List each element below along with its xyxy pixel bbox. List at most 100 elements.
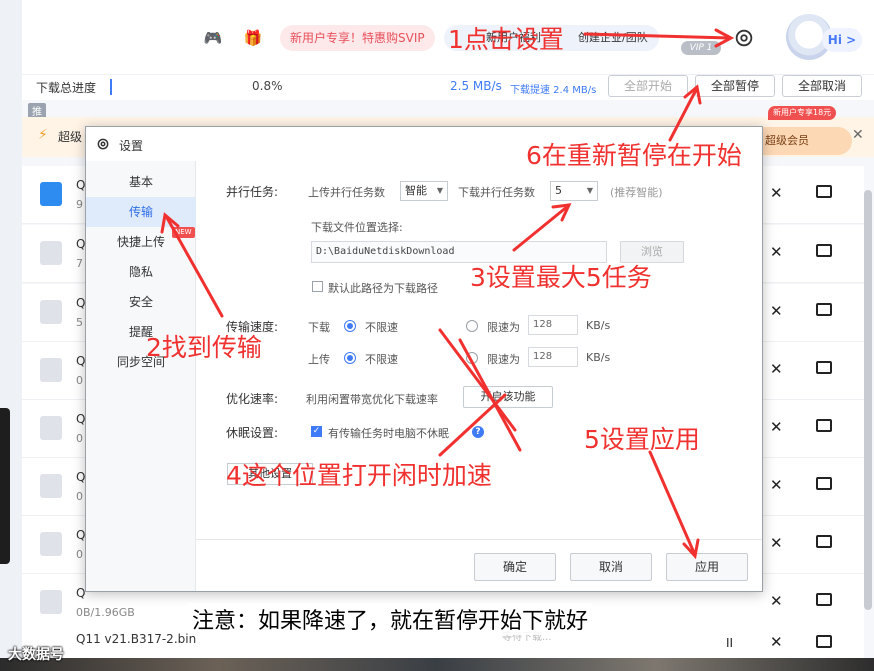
folder-icon[interactable] bbox=[816, 303, 832, 316]
gear-icon bbox=[97, 138, 109, 150]
file-size: 0B/1.96GB bbox=[76, 606, 135, 619]
open-feature-button[interactable]: 开启该功能 bbox=[463, 386, 553, 408]
folder-icon[interactable] bbox=[816, 593, 832, 606]
file-icon bbox=[40, 182, 62, 206]
left-sidebar-strip bbox=[0, 0, 22, 671]
pause-icon[interactable]: II bbox=[726, 636, 733, 650]
file-icon bbox=[40, 300, 62, 324]
banner-text: 超级 bbox=[58, 130, 83, 144]
default-path-label: 默认此路径为下载路径 bbox=[328, 282, 438, 295]
folder-icon[interactable] bbox=[816, 535, 832, 548]
dialog-footer-divider bbox=[196, 539, 762, 540]
upload-unlimited-radio[interactable] bbox=[344, 352, 356, 364]
gift-icon[interactable]: 🎁 bbox=[242, 27, 264, 49]
download-limit-input[interactable]: 128 bbox=[528, 315, 578, 335]
file-size: 7 bbox=[76, 257, 83, 270]
annotation-step6: 6在重新暂停在开始 bbox=[526, 141, 742, 170]
nav-item-privacy[interactable]: 隐私 bbox=[86, 257, 196, 287]
file-icon bbox=[40, 358, 62, 382]
close-icon[interactable]: ✕ bbox=[770, 184, 783, 202]
close-icon[interactable]: ✕ bbox=[770, 302, 783, 320]
sleep-label: 休眠设置: bbox=[226, 426, 279, 440]
top-bar: 🎮 🎁 新用户专享！特惠购SVIP 新用户福利 创建企业/团队 VIP 1 Hi… bbox=[0, 0, 874, 74]
download-progress-row: 下载总进度 0.8% 2.5 MB/s 下载提速 2.4 MB/s 全部开始 全… bbox=[22, 74, 874, 100]
file-size: 5 bbox=[76, 316, 83, 329]
gear-icon[interactable] bbox=[733, 27, 755, 49]
download-parallel-select[interactable]: 5 ▼ bbox=[550, 181, 598, 201]
upload-parallel-value: 智能 bbox=[405, 184, 427, 197]
hi-button[interactable]: Hi > bbox=[822, 28, 862, 52]
file-size: 9 bbox=[76, 198, 83, 211]
annotation-note: 注意：如果降速了，就在暂停开始下就好 bbox=[188, 603, 593, 635]
download-parallel-label: 下载并行任务数 bbox=[458, 186, 535, 199]
svip-promo-button[interactable]: 新用户专享！特惠购SVIP bbox=[280, 25, 435, 51]
download-speed: 2.5 MB/s bbox=[450, 79, 502, 93]
folder-icon[interactable] bbox=[816, 361, 832, 374]
file-icon bbox=[40, 416, 62, 440]
background-strip bbox=[0, 658, 874, 671]
close-icon[interactable]: ✕ bbox=[770, 243, 783, 261]
ok-button[interactable]: 确定 bbox=[474, 553, 556, 581]
file-icon bbox=[40, 532, 62, 556]
chevron-down-icon: ▼ bbox=[436, 186, 443, 195]
vip-badge: VIP 1 bbox=[681, 41, 721, 55]
nav-item-basic[interactable]: 基本 bbox=[86, 167, 196, 197]
apply-button[interactable]: 应用 bbox=[666, 553, 748, 581]
upload-parallel-select[interactable]: 智能 ▼ bbox=[400, 181, 448, 201]
file-size: 0 bbox=[76, 548, 83, 561]
pause-all-button[interactable]: 全部暂停 bbox=[695, 75, 775, 97]
new-user-badge: 新用户专享18元 bbox=[768, 106, 837, 120]
sleep-text: 有传输任务时电脑不休眠 bbox=[328, 427, 449, 440]
upload-unit: KB/s bbox=[586, 351, 611, 364]
optimize-text: 利用闲置带宽优化下载速率 bbox=[306, 393, 438, 406]
close-icon[interactable]: ✕ bbox=[770, 360, 783, 378]
upload-unlimited-label: 不限速 bbox=[365, 353, 398, 366]
close-icon[interactable]: ✕ bbox=[770, 633, 783, 651]
file-size: 0 bbox=[76, 490, 83, 503]
help-icon[interactable]: ? bbox=[472, 426, 484, 438]
folder-icon[interactable] bbox=[816, 635, 832, 648]
upload-parallel-label: 上传并行任务数 bbox=[308, 186, 385, 199]
download-unlimited-radio[interactable] bbox=[344, 320, 356, 332]
folder-icon[interactable] bbox=[816, 244, 832, 257]
annotation-step2: 2找到传输 bbox=[146, 333, 262, 362]
upload-limit-input[interactable]: 128 bbox=[528, 347, 578, 367]
left-edge-panel bbox=[0, 408, 10, 564]
scrollbar[interactable] bbox=[864, 190, 872, 610]
folder-icon[interactable] bbox=[816, 477, 832, 490]
download-limit-radio[interactable] bbox=[466, 320, 478, 332]
upload-speed-label: 上传 bbox=[308, 353, 330, 366]
default-path-checkbox[interactable] bbox=[312, 281, 323, 292]
file-icon bbox=[40, 590, 62, 614]
start-all-button[interactable]: 全部开始 bbox=[608, 75, 688, 97]
download-limit-label: 限速为 bbox=[487, 321, 520, 334]
download-speed-label: 下载 bbox=[308, 321, 330, 334]
folder-icon[interactable] bbox=[816, 419, 832, 432]
sleep-checkbox[interactable]: ✓ bbox=[311, 426, 322, 437]
file-size: 0 bbox=[76, 432, 83, 445]
annotation-step1: 1点击设置 bbox=[448, 25, 564, 54]
upload-limit-label: 限速为 bbox=[487, 353, 520, 366]
optimize-label: 优化速率: bbox=[226, 392, 279, 406]
boost-speed[interactable]: 下载提速 2.4 MB/s bbox=[510, 81, 596, 96]
dialog-title: 设置 bbox=[119, 139, 144, 153]
close-icon[interactable]: ✕ bbox=[770, 418, 783, 436]
cancel-all-button[interactable]: 全部取消 bbox=[782, 75, 862, 97]
lightning-icon: ⚡ bbox=[38, 127, 48, 143]
nav-item-transfer[interactable]: 传输 bbox=[86, 197, 196, 227]
close-icon[interactable]: ✕ bbox=[770, 534, 783, 552]
folder-icon[interactable] bbox=[816, 185, 832, 198]
create-team-link[interactable]: 创建企业/团队 bbox=[578, 25, 648, 51]
file-icon bbox=[40, 241, 62, 265]
annotation-step4: 4这个位置打开闲时加速 bbox=[226, 461, 492, 490]
game-icon[interactable]: 🎮 bbox=[202, 27, 224, 49]
download-unit: KB/s bbox=[586, 319, 611, 332]
close-icon[interactable]: ✕ bbox=[770, 476, 783, 494]
close-icon[interactable]: ✕ bbox=[770, 592, 783, 610]
cancel-button[interactable]: 取消 bbox=[570, 553, 652, 581]
close-icon[interactable]: ✕ bbox=[852, 127, 864, 143]
file-icon bbox=[40, 474, 62, 498]
download-parallel-value: 5 bbox=[555, 184, 562, 197]
nav-item-security[interactable]: 安全 bbox=[86, 287, 196, 317]
upload-limit-radio[interactable] bbox=[466, 352, 478, 364]
